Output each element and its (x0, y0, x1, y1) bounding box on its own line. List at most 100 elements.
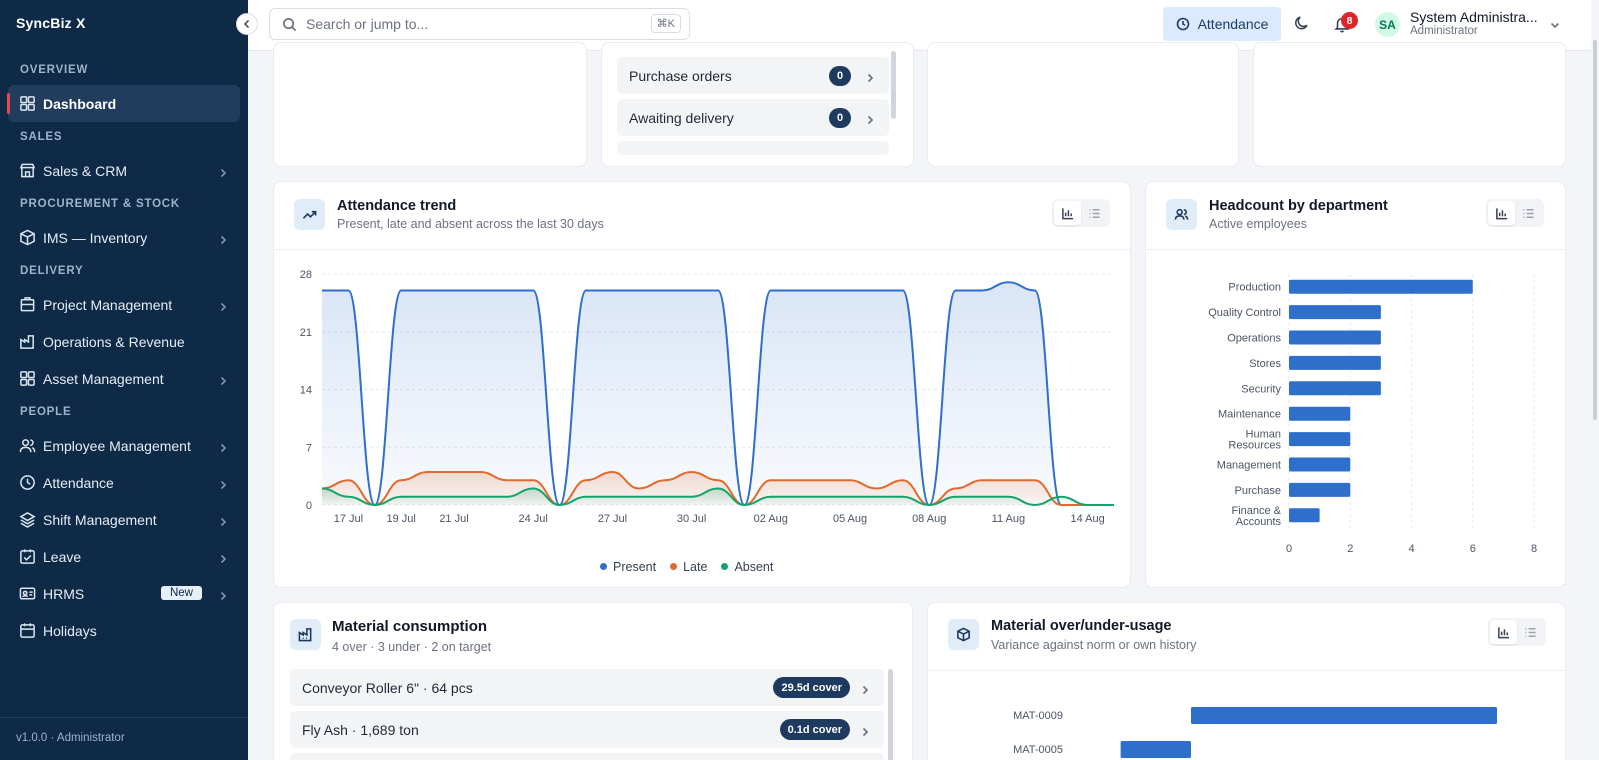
legend-dot (600, 563, 607, 570)
chevron-right-icon (218, 165, 228, 178)
attendance-trend-chart: 0 7 14 21 28 17 Jul 19 Jul 21 Jul 24 Jul 27 Jul 30… (300, 269, 1114, 525)
list-item-fly-ash[interactable]: Fly Ash · 1,689 ton 0.1d cover (290, 711, 884, 748)
procurement-card: Purchase orders 0 Awaiting delivery 0 (601, 42, 914, 167)
bar (1289, 508, 1320, 523)
sidebar-section-title: OVERVIEW (20, 64, 89, 76)
list-item-partial[interactable] (617, 141, 889, 155)
x-tick-label: 05 Aug (833, 513, 867, 525)
sidebar-item-ims-inventory[interactable]: IMS — Inventory (8, 219, 240, 256)
list-item-label: Fly Ash · 1,689 ton (302, 721, 419, 738)
theme-toggle[interactable] (1293, 14, 1313, 34)
y-tick-label: Purchase (1235, 485, 1281, 497)
list-item-partial[interactable] (290, 753, 884, 760)
attendance-button[interactable]: Attendance (1163, 7, 1281, 41)
legend-item[interactable]: Late (670, 560, 707, 574)
y-tick-label: 21 (300, 327, 312, 339)
user-menu-button[interactable] (1549, 18, 1561, 30)
bar-chart-icon (1496, 207, 1508, 219)
summary-card-4 (1253, 42, 1566, 167)
card-header: Headcount by department Active employees (1146, 182, 1565, 250)
chevron-right-icon (218, 514, 228, 527)
sidebar-item-label: Employee Management (43, 437, 191, 454)
box-icon (18, 229, 36, 247)
list-item-conveyor-roller[interactable]: Conveyor Roller 6" · 64 pcs 29.5d cover (290, 669, 884, 706)
y-tick-label: Maintenance (1218, 409, 1281, 421)
y-tick-label: Security (1241, 383, 1281, 395)
collapse-sidebar-button[interactable] (236, 13, 258, 35)
notification-count-badge: 8 (1341, 12, 1358, 29)
sidebar-item-operations-revenue[interactable]: Operations & Revenue (8, 323, 240, 360)
list-scrollbar[interactable] (888, 669, 893, 760)
card-title: Material over/under-usage (991, 618, 1172, 634)
store-icon (18, 162, 36, 180)
page-scrollbar-thumb[interactable] (1593, 40, 1597, 420)
sidebar-item-label: Operations & Revenue (43, 333, 185, 350)
legend-label: Present (613, 560, 657, 574)
search-input[interactable] (306, 16, 636, 32)
list-item-label: Purchase orders (629, 67, 732, 84)
search-box[interactable]: ⌘K (269, 8, 690, 40)
avatar[interactable]: SA (1375, 12, 1400, 37)
card-title: Material consumption (332, 618, 488, 635)
id-card-icon (18, 585, 36, 603)
y-tick-label: Stores (1249, 358, 1281, 370)
list-view-button[interactable] (1081, 201, 1108, 225)
card-header: Attendance trend Present, late and absen… (274, 182, 1130, 250)
summary-card-3 (927, 42, 1239, 167)
chevron-right-icon (865, 70, 875, 83)
list-item-purchase-orders[interactable]: Purchase orders 0 (617, 57, 889, 94)
sidebar-item-asset-management[interactable]: Asset Management (8, 360, 240, 397)
user-name[interactable]: System Administra... (1410, 9, 1540, 25)
x-tick-label: 24 Jul (519, 513, 548, 525)
list-icon (1089, 208, 1100, 218)
x-tick-label: 19 Jul (387, 513, 416, 525)
chart-view-button[interactable] (1054, 201, 1081, 225)
card-title: Headcount by department (1209, 198, 1388, 214)
x-tick-label: 14 Aug (1070, 513, 1104, 525)
headcount-chart: 0 2 4 6 8 Production Quality Control Operations… (1208, 274, 1537, 555)
list-scrollbar[interactable] (891, 51, 896, 119)
list-item-label: Conveyor Roller 6" · 64 pcs (302, 679, 473, 696)
page-scrollbar[interactable] (1591, 0, 1599, 760)
legend-item[interactable]: Absent (721, 560, 773, 574)
legend-dot (670, 563, 678, 570)
legend-item[interactable]: Present (600, 560, 656, 574)
legend-label: Absent (734, 560, 774, 574)
list-item-awaiting-delivery[interactable]: Awaiting delivery 0 (617, 99, 889, 136)
sidebar-item-label: Sales & CRM (43, 162, 128, 179)
factory-icon (290, 619, 321, 650)
sidebar-item-employee-management[interactable]: Employee Management (8, 427, 240, 464)
chart-view-button[interactable] (1490, 620, 1517, 644)
users-icon (1166, 199, 1197, 230)
card-subtitle: Variance against norm or own history (991, 638, 1197, 652)
list-view-button[interactable] (1515, 201, 1542, 225)
sidebar-item-shift-management[interactable]: Shift Management (8, 501, 240, 538)
material-usage-card: Material over/under-usage Variance again… (927, 602, 1566, 760)
bar-chart-icon (1062, 207, 1074, 219)
sidebar-item-label: Leave (43, 548, 82, 565)
view-toggle (1052, 199, 1110, 227)
sidebar-section-title: PEOPLE (20, 406, 72, 418)
sidebar-item-hrms[interactable]: HRMS New (8, 575, 240, 612)
bar (1289, 355, 1381, 370)
sidebar-item-sales-crm[interactable]: Sales & CRM (8, 152, 240, 189)
x-tick-label: 02 Aug (754, 513, 788, 525)
search-icon (283, 17, 297, 31)
list-item-label: Awaiting delivery (629, 109, 734, 126)
cover-badge: 29.5d cover (773, 677, 850, 698)
sidebar-item-label: Holidays (43, 622, 97, 639)
y-tick-label: Production (1228, 282, 1281, 294)
chart-view-button[interactable] (1488, 201, 1515, 225)
view-toggle (1488, 618, 1546, 646)
sidebar-item-attendance[interactable]: Attendance (8, 464, 240, 501)
bar (1120, 741, 1191, 758)
sidebar-item-project-management[interactable]: Project Management (8, 286, 240, 323)
material-consumption-card: Material consumption 4 over · 3 under · … (273, 602, 913, 760)
chevron-right-icon (218, 440, 228, 453)
y-tick-label: 28 (300, 269, 312, 281)
sidebar-item-holidays[interactable]: Holidays (8, 612, 240, 649)
sidebar-item-dashboard[interactable]: Dashboard (7, 85, 240, 122)
list-view-button[interactable] (1517, 620, 1544, 644)
sidebar-item-leave[interactable]: Leave (8, 538, 240, 575)
cover-badge: 0.1d cover (779, 719, 850, 740)
